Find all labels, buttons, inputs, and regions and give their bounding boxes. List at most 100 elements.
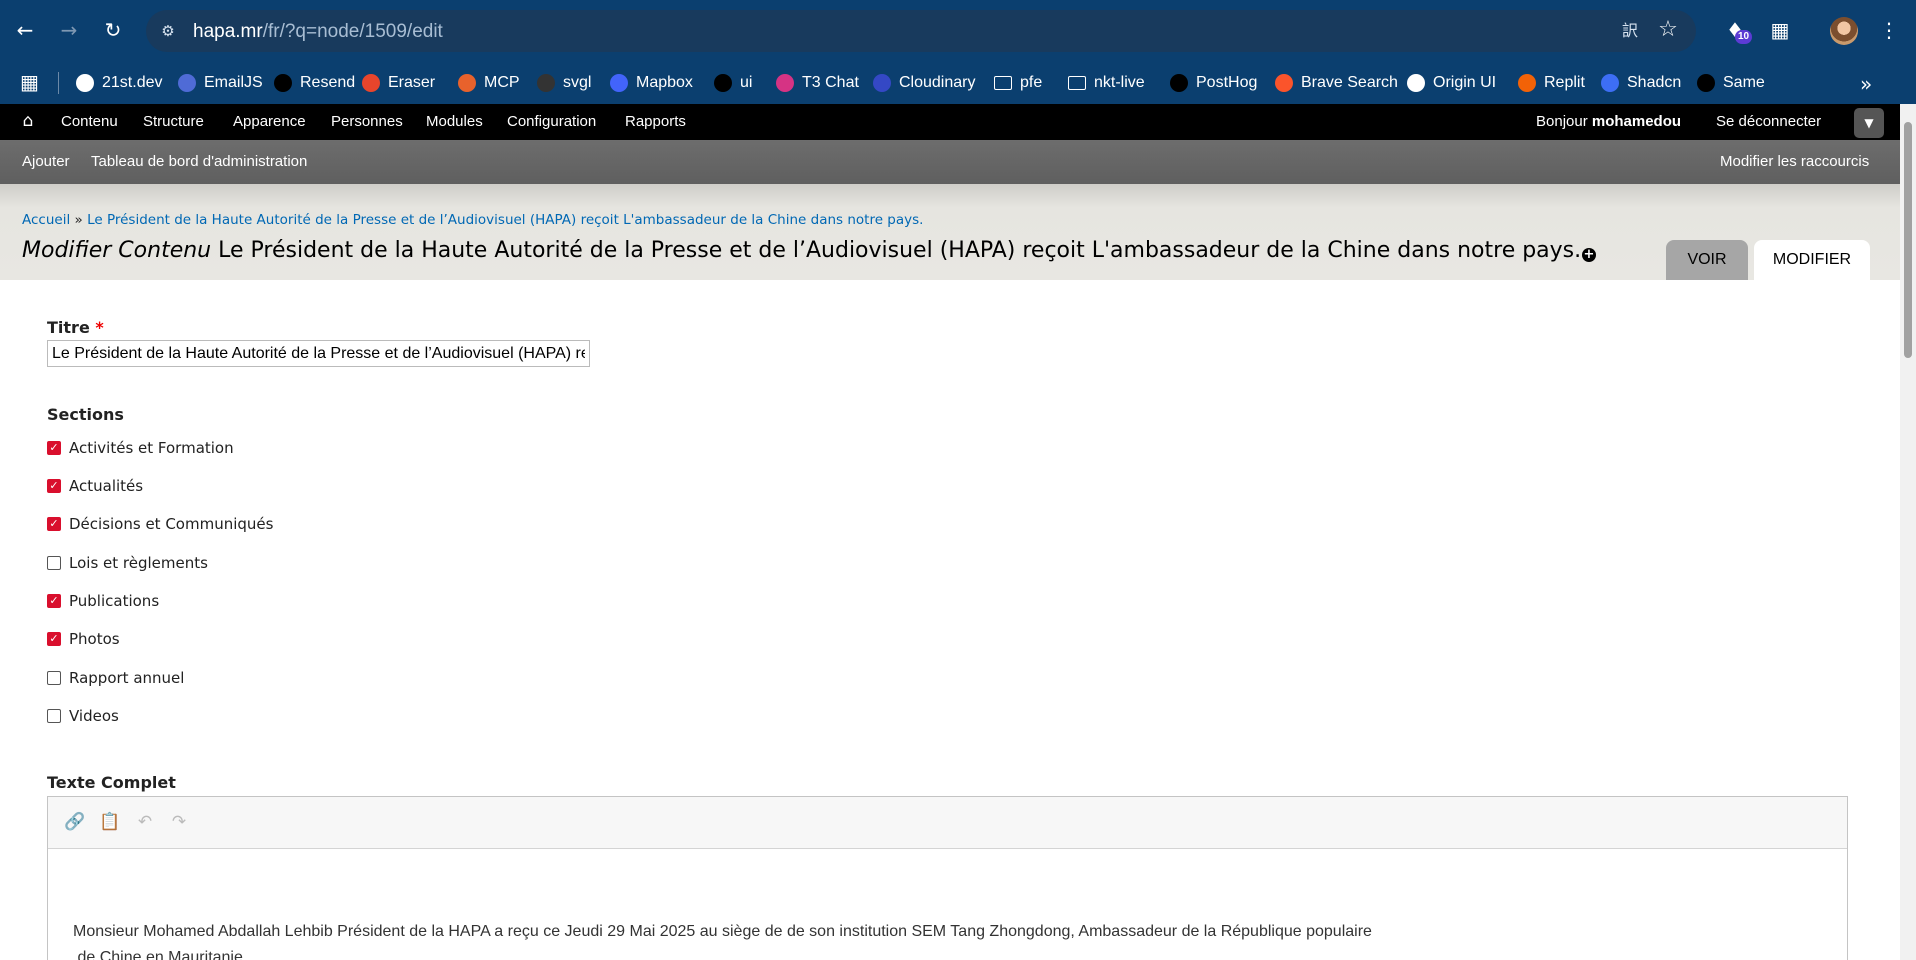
bookmark-label: Eraser [388,74,436,91]
section-option[interactable]: ✓ Publications [47,591,159,611]
url-text[interactable]: hapa.mr/fr/?q=node/1509/edit [193,21,443,43]
bookmark-label: Same [1723,74,1765,91]
section-label[interactable]: Décisions et Communiqués [69,515,273,533]
bookmark-pfe[interactable]: pfe [994,70,1042,96]
checkbox-unchecked[interactable] [47,709,61,723]
checkbox-unchecked[interactable] [47,556,61,570]
bookmark-resend[interactable]: Resend [274,70,355,96]
bookmark-same[interactable]: Same [1697,70,1765,96]
forward-arrow-icon[interactable]: → [54,15,84,45]
browser-menu-icon[interactable]: ⋮ [1875,16,1903,44]
scrollbar-thumb[interactable] [1904,122,1912,358]
checkbox-checked[interactable]: ✓ [47,632,61,646]
breadcrumb-home[interactable]: Accueil [22,212,70,228]
bookmark-mapbox[interactable]: Mapbox [610,70,693,96]
section-label[interactable]: Videos [69,707,119,725]
admin-menu-structure[interactable]: Structure [143,113,204,130]
bookmark-label: Mapbox [636,74,693,91]
shortcut-ajouter[interactable]: Ajouter [22,153,70,170]
bookmark-star-icon[interactable]: ☆ [1656,18,1680,42]
link-icon[interactable]: 🔗 [64,811,86,833]
section-option[interactable]: ✓ Activités et Formation [47,438,234,458]
tab-voir[interactable]: VOIR [1666,240,1748,280]
bookmark-cloudinary[interactable]: Cloudinary [873,70,975,96]
paste-icon[interactable]: 📋 [99,811,121,833]
address-bar[interactable]: ⚙ hapa.mr/fr/?q=node/1509/edit 訳 ☆ [146,10,1696,52]
page-title: Modifier Contenu Le Président de la Haut… [22,238,1582,263]
bookmark-label: 21st.dev [102,74,163,91]
bookmark-favicon-icon [76,74,94,92]
edit-shortcuts-link[interactable]: Modifier les raccourcis [1720,153,1869,170]
bookmarks-bar: ▦ 21st.dev EmailJS Resend Eraser MCP svgl Mapb… [0,62,1916,104]
tab-modifier[interactable]: MODIFIER [1754,240,1870,280]
editor-content[interactable]: Monsieur Mohamed Abdallah Lehbib Préside… [73,919,1773,960]
apps-grid-icon[interactable]: ▦ [20,71,42,93]
bookmark-label: MCP [484,74,520,91]
section-option[interactable]: ✓ Photos [47,629,120,649]
username[interactable]: mohamedou [1592,113,1681,130]
more-bookmarks-icon[interactable]: » [1860,72,1872,96]
shortcut-dashboard[interactable]: Tableau de bord d'administration [91,153,307,170]
bookmark-emailjs[interactable]: EmailJS [178,70,263,96]
bookmark-favicon-icon [1601,74,1619,92]
section-label[interactable]: Actualités [69,477,143,495]
bookmark-label: Replit [1544,74,1585,91]
home-icon[interactable]: ⌂ [18,111,38,131]
bookmark-label: pfe [1020,74,1043,91]
breadcrumb-current[interactable]: Le Président de la Haute Autorité de la … [87,212,923,228]
bookmark-t3-chat[interactable]: T3 Chat [776,70,859,96]
section-option[interactable]: ✓ Décisions et Communiqués [47,514,273,534]
extensions-puzzle-icon[interactable]: ▦ [1766,16,1794,44]
reload-icon[interactable]: ↻ [98,15,128,45]
admin-menu-contenu[interactable]: Contenu [61,113,118,130]
bookmark-posthog[interactable]: PostHog [1170,70,1257,96]
admin-menu-personnes[interactable]: Personnes [331,113,403,130]
translate-icon[interactable]: 訳 [1618,19,1642,43]
section-label[interactable]: Activités et Formation [69,439,234,457]
bookmark-nkt-live[interactable]: nkt-live [1068,70,1145,96]
bookmark-origin-ui[interactable]: Origin UI [1407,70,1496,96]
section-label[interactable]: Lois et règlements [69,554,208,572]
bookmark-replit[interactable]: Replit [1518,70,1585,96]
checkbox-unchecked[interactable] [47,671,61,685]
section-label[interactable]: Publications [69,592,159,610]
user-greeting: Bonjour mohamedou [1536,113,1682,130]
redo-icon[interactable]: ↷ [168,811,190,833]
shortcuts-toggle-icon[interactable]: ▼ [1854,108,1884,138]
site-info-icon[interactable]: ⚙ [158,21,178,41]
undo-icon[interactable]: ↶ [134,811,156,833]
checkbox-checked[interactable]: ✓ [47,517,61,531]
bookmark-mcp[interactable]: MCP [458,70,520,96]
section-option[interactable]: Videos [47,706,119,726]
profile-avatar[interactable] [1830,17,1858,45]
bookmark-favicon-icon [1170,74,1188,92]
bookmark-brave-search[interactable]: Brave Search [1275,70,1398,96]
breadcrumb: Accueil » Le Président de la Haute Autor… [22,212,924,228]
bookmark-favicon-icon [1275,74,1293,92]
extension-icon[interactable]: ♦ 10 [1721,16,1753,44]
section-option[interactable]: Rapport annuel [47,668,184,688]
bookmark-21st-dev[interactable]: 21st.dev [76,70,162,96]
page-scrollbar[interactable] [1900,104,1916,960]
checkbox-checked[interactable]: ✓ [47,594,61,608]
back-arrow-icon[interactable]: ← [10,15,40,45]
section-option[interactable]: ✓ Actualités [47,476,143,496]
checkbox-checked[interactable]: ✓ [47,441,61,455]
logout-link[interactable]: Se déconnecter [1716,113,1821,130]
required-mark: * [95,318,104,337]
bookmark-shadcn[interactable]: Shadcn [1601,70,1681,96]
admin-menu-rapports[interactable]: Rapports [625,113,686,130]
admin-menu-apparence[interactable]: Apparence [233,113,306,130]
section-option[interactable]: Lois et règlements [47,553,208,573]
bookmark-label: nkt-live [1094,74,1145,91]
checkbox-checked[interactable]: ✓ [47,479,61,493]
bookmark-svgl[interactable]: svgl [537,70,591,96]
admin-menu-modules[interactable]: Modules [426,113,483,130]
bookmark-eraser[interactable]: Eraser [362,70,435,96]
admin-menu-configuration[interactable]: Configuration [507,113,596,130]
bookmark-ui[interactable]: ui [714,70,752,96]
add-shortcut-icon[interactable]: + [1582,248,1596,262]
section-label[interactable]: Rapport annuel [69,669,184,687]
section-label[interactable]: Photos [69,630,120,648]
title-input[interactable] [47,340,590,367]
